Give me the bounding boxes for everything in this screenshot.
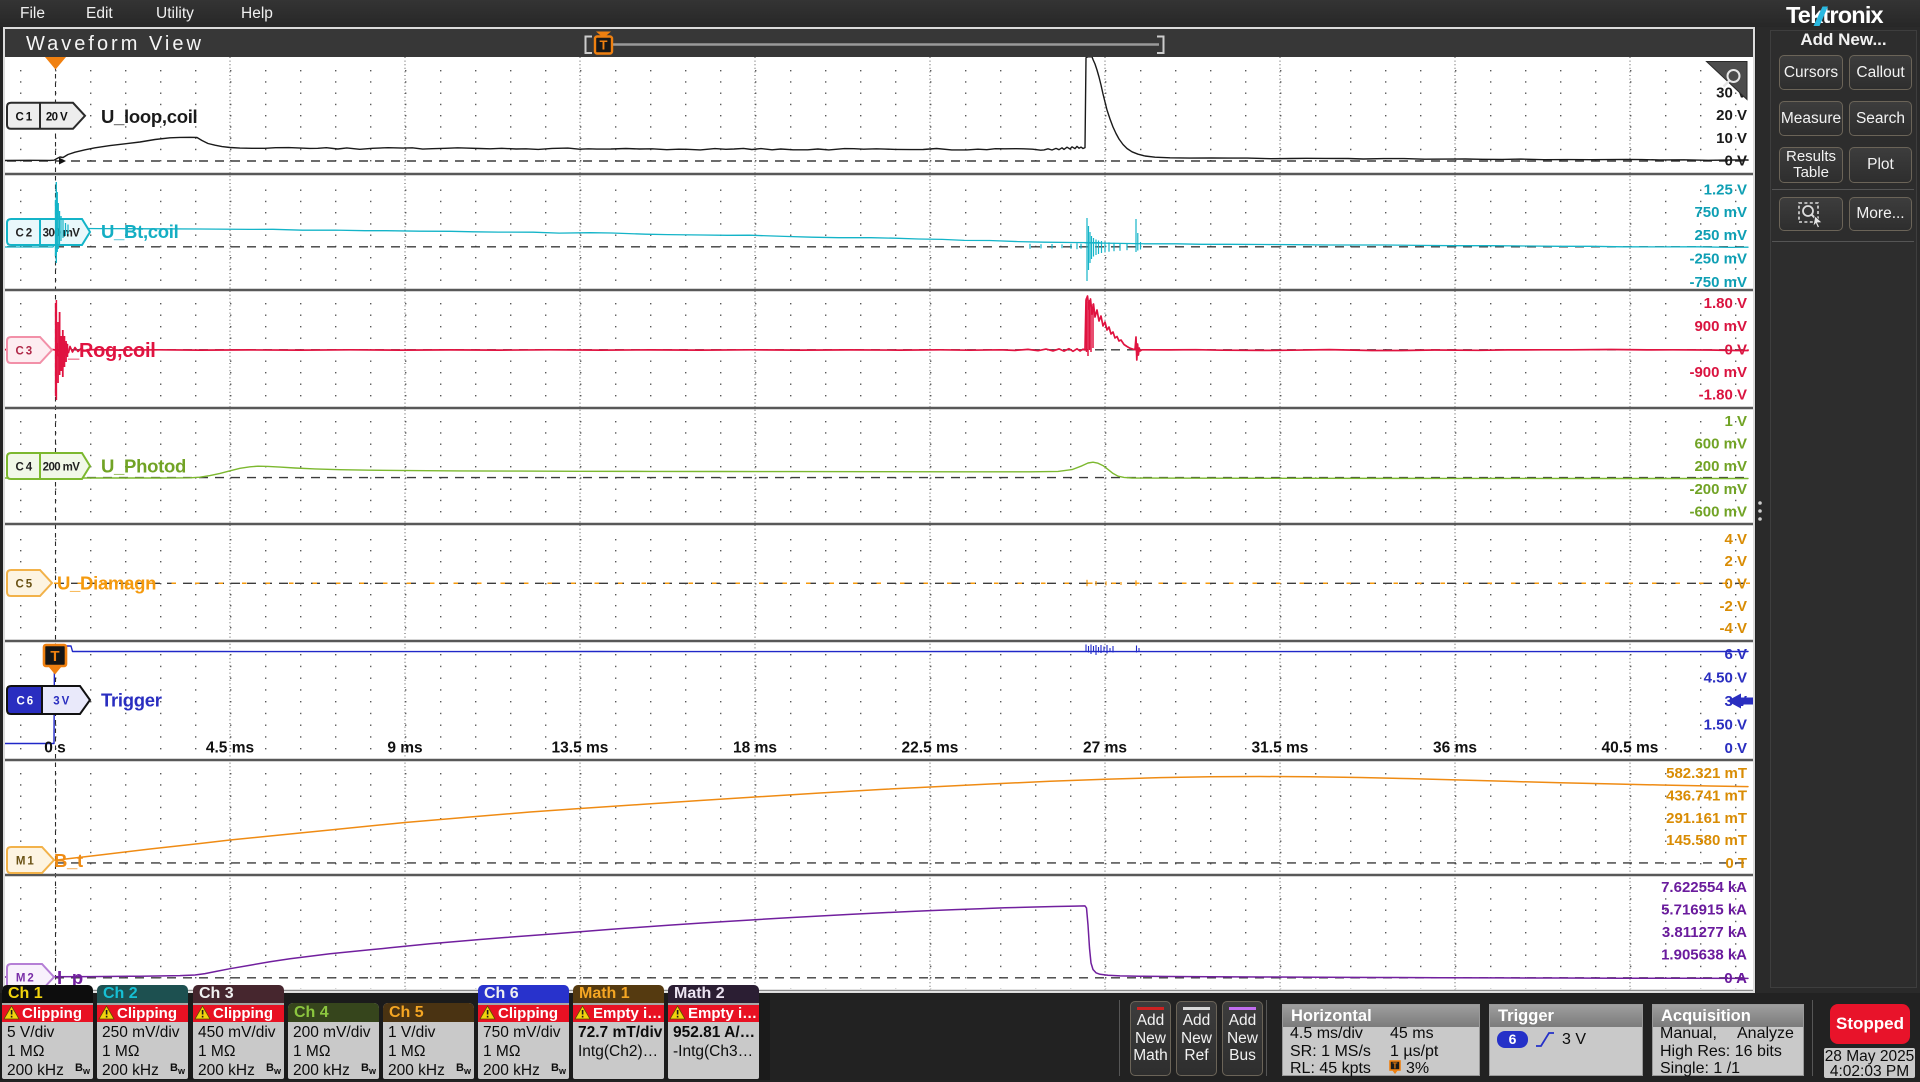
svg-text:40.5 ms: 40.5 ms: [1602, 740, 1659, 757]
svg-text:C 1: C 1: [15, 111, 32, 123]
svg-text:3.811277 kA: 3.811277 kA: [1662, 924, 1747, 941]
svg-text:0 V: 0 V: [1724, 740, 1747, 757]
svg-text:-2 V: -2 V: [1719, 598, 1747, 615]
svg-text:1.80 V: 1.80 V: [1704, 295, 1747, 312]
svg-text:18 ms: 18 ms: [733, 740, 777, 757]
svg-text:C 4: C 4: [15, 462, 32, 474]
svg-text:436.741 mT: 436.741 mT: [1666, 788, 1747, 805]
svg-text:27 ms: 27 ms: [1083, 740, 1127, 757]
svg-text:200 mV: 200 mV: [43, 462, 81, 474]
svg-text:900 mV: 900 mV: [1694, 318, 1747, 335]
svg-text:-4 V: -4 V: [1719, 620, 1747, 637]
svg-text:20 V: 20 V: [46, 111, 68, 123]
svg-text:5.716915 kA: 5.716915 kA: [1661, 902, 1747, 919]
svg-text:U_Photod: U_Photod: [101, 456, 186, 477]
svg-text:U_loop,coil: U_loop,coil: [101, 106, 197, 127]
svg-text:1.50 V: 1.50 V: [1704, 717, 1747, 734]
svg-text:C 2: C 2: [15, 228, 31, 240]
svg-text:U_Bt,coil: U_Bt,coil: [101, 221, 178, 242]
svg-text:0 V: 0 V: [1724, 342, 1747, 359]
svg-text:1.25 V: 1.25 V: [1704, 182, 1747, 199]
svg-text:4.5 ms: 4.5 ms: [206, 740, 254, 757]
svg-text:36 ms: 36 ms: [1433, 740, 1477, 757]
svg-text:10 V: 10 V: [1716, 130, 1747, 147]
svg-text:U_Diamagn: U_Diamagn: [57, 573, 156, 594]
svg-text:C 5: C 5: [15, 579, 32, 591]
svg-text:0 A: 0 A: [1724, 970, 1747, 987]
svg-text:4 V: 4 V: [1724, 531, 1747, 548]
svg-text:1.905638 kA: 1.905638 kA: [1661, 947, 1747, 964]
svg-text:3 V: 3 V: [53, 696, 69, 708]
svg-text:1 V: 1 V: [1724, 413, 1747, 430]
svg-text:-250 mV: -250 mV: [1689, 251, 1747, 268]
svg-text:T: T: [600, 38, 608, 53]
svg-text:Trigger: Trigger: [101, 690, 162, 711]
svg-text:T: T: [1393, 1062, 1398, 1071]
svg-text:600 mV: 600 mV: [1694, 436, 1747, 453]
svg-text:250 mV: 250 mV: [1694, 227, 1747, 244]
svg-text:145.580 mT: 145.580 mT: [1666, 832, 1747, 849]
svg-text:-1.80 V: -1.80 V: [1699, 387, 1747, 404]
svg-text:291.161 mT: 291.161 mT: [1666, 810, 1747, 827]
svg-text:9 ms: 9 ms: [387, 740, 422, 757]
svg-text:-600 mV: -600 mV: [1689, 504, 1747, 521]
svg-text:T: T: [50, 648, 59, 665]
svg-text:0 s: 0 s: [44, 740, 66, 757]
svg-text:7.622554 kA: 7.622554 kA: [1661, 879, 1747, 896]
svg-text:-750 mV: -750 mV: [1689, 274, 1747, 291]
svg-text:M 1: M 1: [16, 856, 35, 868]
svg-text:-200 mV: -200 mV: [1689, 481, 1747, 498]
svg-text:-900 mV: -900 mV: [1689, 364, 1747, 381]
svg-text:0 V: 0 V: [1724, 153, 1747, 170]
svg-text:U_Rog,coil: U_Rog,coil: [54, 340, 155, 362]
svg-text:0 V: 0 V: [1724, 576, 1747, 593]
svg-text:22.5 ms: 22.5 ms: [902, 740, 959, 757]
svg-text:M 2: M 2: [16, 973, 34, 985]
svg-text:0 T: 0 T: [1725, 855, 1747, 872]
svg-text:20 V: 20 V: [1716, 107, 1747, 124]
svg-text:B_t: B_t: [54, 850, 83, 871]
svg-text:2 V: 2 V: [1724, 553, 1747, 570]
svg-text:4.50 V: 4.50 V: [1704, 670, 1747, 687]
svg-text:31.5 ms: 31.5 ms: [1252, 740, 1309, 757]
svg-text:C 6: C 6: [16, 696, 32, 708]
svg-text:200 mV: 200 mV: [1694, 458, 1747, 475]
svg-text:C 3: C 3: [15, 346, 31, 358]
svg-text:750 mV: 750 mV: [1694, 204, 1747, 221]
svg-text:6 V: 6 V: [1724, 646, 1747, 663]
svg-text:582.321 mT: 582.321 mT: [1666, 765, 1747, 782]
svg-text:13.5 ms: 13.5 ms: [552, 740, 609, 757]
